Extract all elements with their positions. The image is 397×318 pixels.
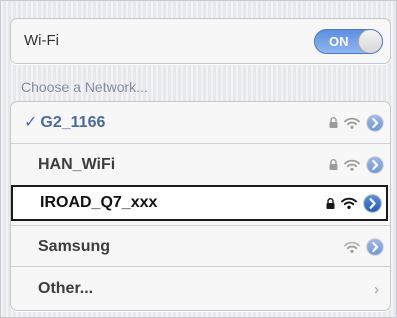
network-icons: [326, 187, 382, 219]
network-icons: [344, 226, 384, 267]
detail-disclosure-icon[interactable]: [366, 113, 384, 132]
detail-disclosure-icon[interactable]: [366, 155, 384, 174]
detail-disclosure-icon[interactable]: [366, 237, 384, 256]
network-name: ✓ G2_1166: [24, 114, 106, 131]
network-row-g2-1166[interactable]: ✓ G2_1166: [11, 102, 390, 143]
network-icons: [329, 102, 384, 143]
wifi-icon: [341, 197, 357, 209]
settings-panel: Wi-Fi ON Choose a Network... ✓ G2_1166 H…: [0, 0, 397, 318]
network-icons: ›: [374, 267, 384, 310]
section-header: Choose a Network...: [21, 79, 148, 95]
lock-icon: [329, 159, 338, 170]
wifi-group: Wi-Fi ON: [10, 18, 391, 64]
network-row-han-wifi[interactable]: HAN_WiFi: [11, 143, 390, 184]
network-row-other[interactable]: Other... ›: [11, 266, 390, 310]
wifi-label: Wi-Fi: [24, 32, 59, 49]
wifi-toggle[interactable]: ON: [314, 29, 383, 54]
network-name: Other...: [38, 280, 94, 297]
network-name: Samsung: [38, 238, 111, 255]
network-row-iroad-q7[interactable]: IROAD_Q7_xxx: [11, 185, 388, 221]
wifi-icon: [344, 241, 360, 253]
lock-icon: [329, 117, 338, 128]
toggle-knob[interactable]: [358, 30, 382, 53]
lock-icon: [326, 197, 335, 209]
network-row-samsung[interactable]: Samsung: [11, 225, 390, 266]
detail-disclosure-icon[interactable]: [363, 193, 382, 213]
wifi-icon: [344, 159, 360, 171]
network-name: HAN_WiFi: [38, 156, 116, 173]
network-name-suffix: _xxx: [121, 194, 158, 211]
network-name: IROAD_Q7_xxx: [40, 194, 158, 211]
network-icons: [329, 144, 384, 185]
toggle-on-label: ON: [329, 34, 349, 49]
checkmark-icon: ✓: [24, 114, 38, 131]
chevron-right-icon: ›: [374, 280, 379, 298]
wifi-icon: [344, 117, 360, 129]
